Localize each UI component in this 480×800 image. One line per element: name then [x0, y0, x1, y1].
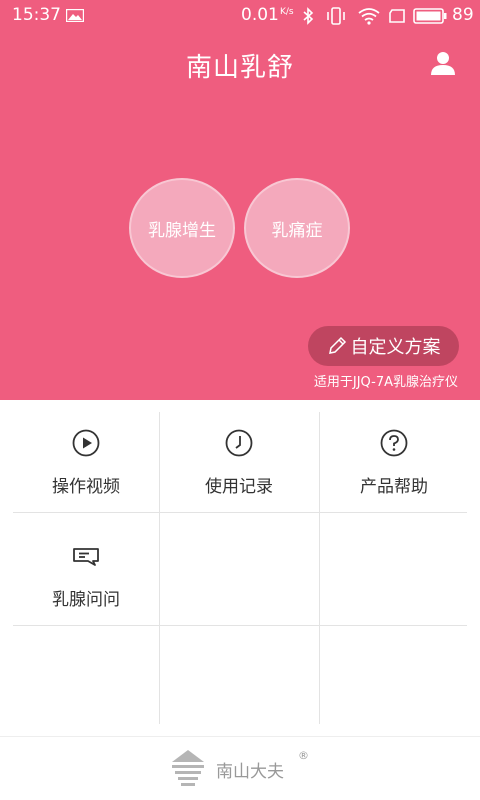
- custom-plan-label: 自定义方案: [350, 337, 441, 358]
- menu-item-product-help[interactable]: 产品帮助: [321, 412, 467, 512]
- network-speed-unit: K/s: [280, 7, 294, 17]
- clock-icon: [225, 429, 253, 457]
- status-bar: 15:37 0.01 K/s 89: [0, 0, 480, 32]
- grid-divider: [159, 412, 160, 724]
- question-circle-icon: [380, 429, 408, 457]
- menu-item-usage-record[interactable]: 使用记录: [166, 412, 312, 512]
- program-button-breast-hyperplasia[interactable]: 乳腺增生: [129, 178, 235, 278]
- custom-plan-button[interactable]: 自定义方案: [308, 326, 459, 366]
- footer-brand: 南山大夫: [216, 762, 284, 782]
- menu-item-breast-qa[interactable]: 乳腺问问: [13, 525, 159, 625]
- menu-item-label: 产品帮助: [360, 477, 428, 497]
- image-notification-icon: [66, 9, 84, 22]
- menu-item-label: 乳腺问问: [52, 590, 120, 610]
- registered-mark: ®: [298, 749, 309, 762]
- wifi-icon: [358, 8, 380, 25]
- pencil-icon: [328, 336, 346, 354]
- menu-item-operation-video[interactable]: 操作视频: [13, 412, 159, 512]
- grid-divider: [13, 625, 467, 626]
- program-label: 乳痛症: [271, 220, 323, 241]
- battery-level: 89: [452, 5, 474, 25]
- feature-grid: 操作视频 使用记录 产品帮助 乳腺问问: [13, 412, 467, 724]
- grid-divider: [13, 512, 467, 513]
- footer-divider: [0, 736, 480, 737]
- menu-item-label: 操作视频: [52, 477, 120, 497]
- chat-bubble-icon: [73, 548, 99, 566]
- program-button-mastalgia[interactable]: 乳痛症: [244, 178, 350, 278]
- bluetooth-icon: [303, 7, 314, 25]
- status-time: 15:37: [12, 5, 61, 25]
- play-circle-icon: [72, 429, 100, 457]
- user-profile-icon[interactable]: [430, 50, 456, 76]
- vibrate-icon: [327, 7, 345, 25]
- network-speed: 0.01: [241, 5, 279, 25]
- device-note: 适用于JJQ-7A乳腺治疗仪: [313, 375, 458, 390]
- menu-item-label: 使用记录: [205, 477, 273, 497]
- page-title: 南山乳舒: [185, 53, 294, 83]
- sim-card-icon: [389, 9, 405, 23]
- brand-logo-icon: [172, 750, 204, 786]
- grid-divider: [319, 412, 320, 724]
- battery-icon: [413, 8, 447, 24]
- hero-banner: 15:37 0.01 K/s 89 南山乳舒 乳腺增生 乳痛症 自定义方案 适用…: [0, 0, 480, 400]
- program-label: 乳腺增生: [148, 220, 216, 241]
